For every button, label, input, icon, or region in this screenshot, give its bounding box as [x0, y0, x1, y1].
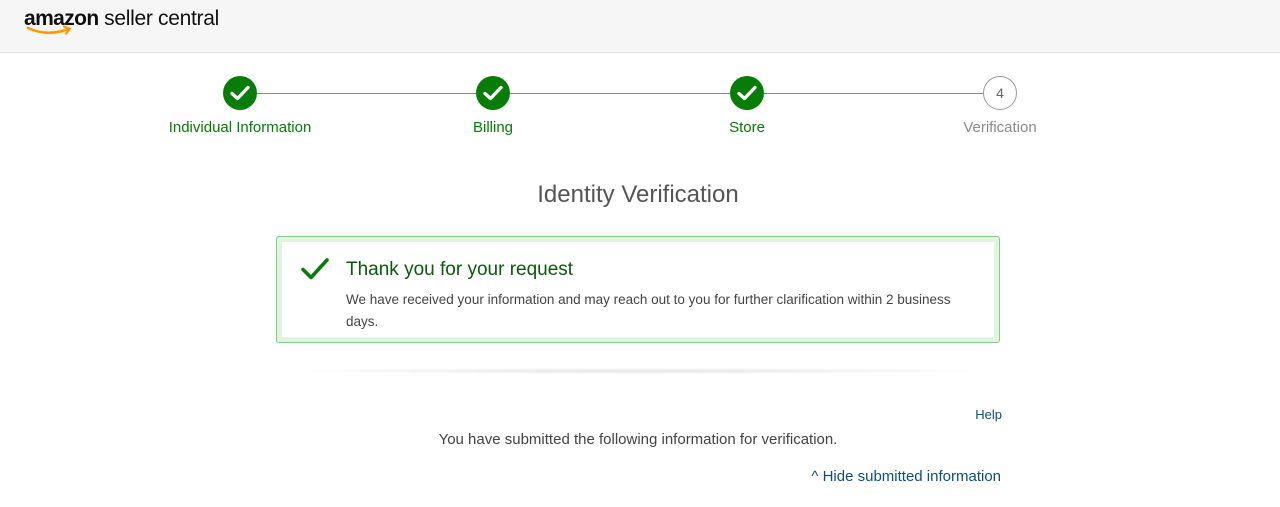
success-alert: Thank you for your request We have recei…	[276, 236, 1000, 343]
progress-stepper: Individual Information Billing Store 4 V…	[0, 0, 1280, 150]
help-link[interactable]: Help	[962, 407, 1002, 422]
checkmark-icon	[730, 76, 764, 110]
alert-heading: Thank you for your request	[346, 259, 574, 280]
step-store[interactable]: Store	[647, 76, 847, 137]
step-number-badge: 4	[983, 76, 1017, 110]
checkmark-icon	[223, 76, 257, 110]
step-label: Store	[729, 119, 765, 136]
page-title: Identity Verification	[537, 181, 739, 208]
submitted-info-text: You have submitted the following informa…	[438, 431, 838, 448]
step-billing[interactable]: Billing	[393, 76, 593, 137]
hide-submitted-information-link[interactable]: ^ Hide submitted information	[700, 468, 1001, 485]
step-label: Individual Information	[168, 119, 312, 136]
step-label: Billing	[472, 119, 514, 136]
success-check-icon	[301, 258, 329, 280]
step-label: Verification	[963, 119, 1037, 136]
alert-message: We have received your information and ma…	[346, 292, 951, 329]
step-verification: 4 Verification	[900, 76, 1100, 137]
step-individual-information[interactable]: Individual Information	[140, 76, 340, 137]
checkmark-icon	[476, 76, 510, 110]
section-divider	[300, 368, 980, 374]
